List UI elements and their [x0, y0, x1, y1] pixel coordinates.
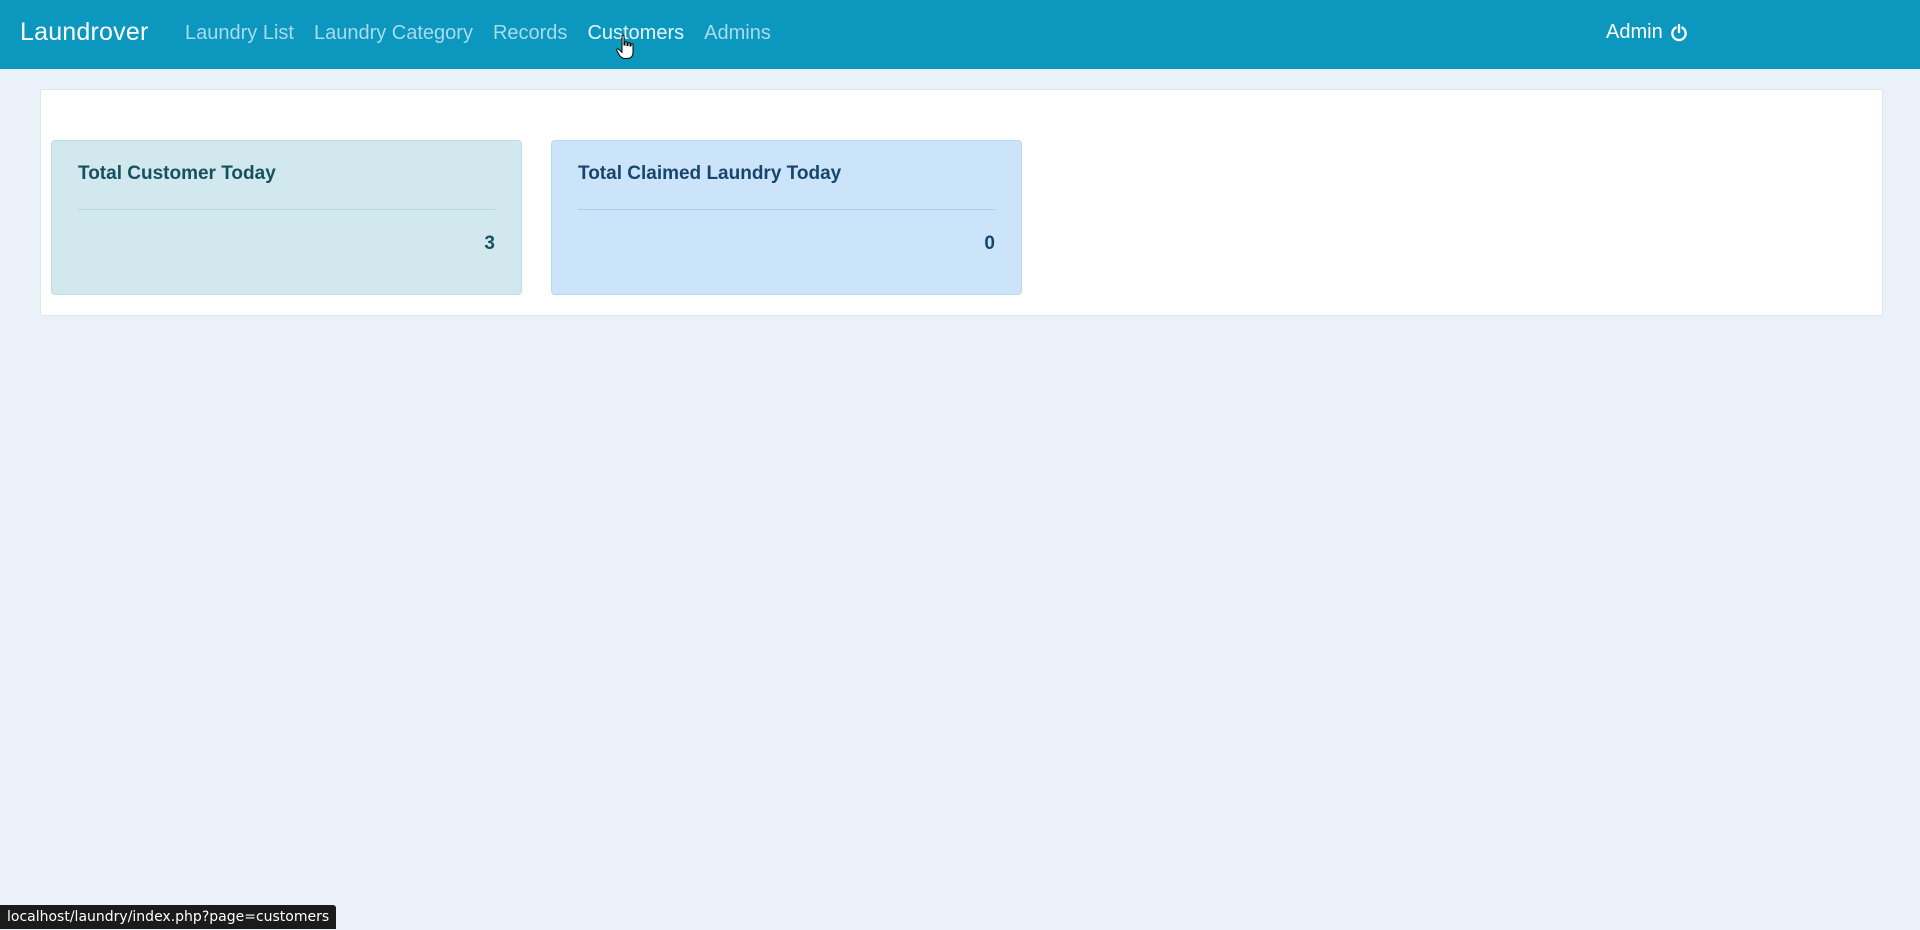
hand-cursor-icon	[616, 34, 634, 59]
card-value: 0	[984, 233, 995, 254]
user-menu[interactable]: Admin	[1606, 21, 1689, 44]
dashboard-panel: Total Customer Today 3 Total Claimed Lau…	[40, 89, 1883, 316]
card-divider	[78, 209, 495, 210]
browser-status-url: localhost/laundry/index.php?page=custome…	[0, 905, 337, 929]
card-divider	[578, 209, 995, 210]
power-icon	[1670, 23, 1687, 41]
nav-link-laundry-list[interactable]: Laundry List	[185, 22, 294, 45]
total-claimed-laundry-card: Total Claimed Laundry Today 0	[551, 140, 1022, 295]
card-title: Total Claimed Laundry Today	[578, 163, 842, 184]
nav-link-admins[interactable]: Admins	[704, 22, 771, 45]
user-label: Admin	[1606, 21, 1663, 43]
nav-link-laundry-category[interactable]: Laundry Category	[314, 22, 473, 45]
card-title: Total Customer Today	[78, 163, 276, 184]
nav-links: Laundry List Laundry Category Records Cu…	[185, 22, 791, 45]
total-customer-card: Total Customer Today 3	[51, 140, 522, 295]
top-navbar: Laundrover Laundry List Laundry Category…	[0, 0, 1920, 69]
nav-link-records[interactable]: Records	[493, 22, 567, 45]
brand-logo[interactable]: Laundrover	[20, 18, 148, 47]
card-value: 3	[484, 233, 495, 254]
nav-link-customers[interactable]: Customers	[587, 22, 684, 45]
